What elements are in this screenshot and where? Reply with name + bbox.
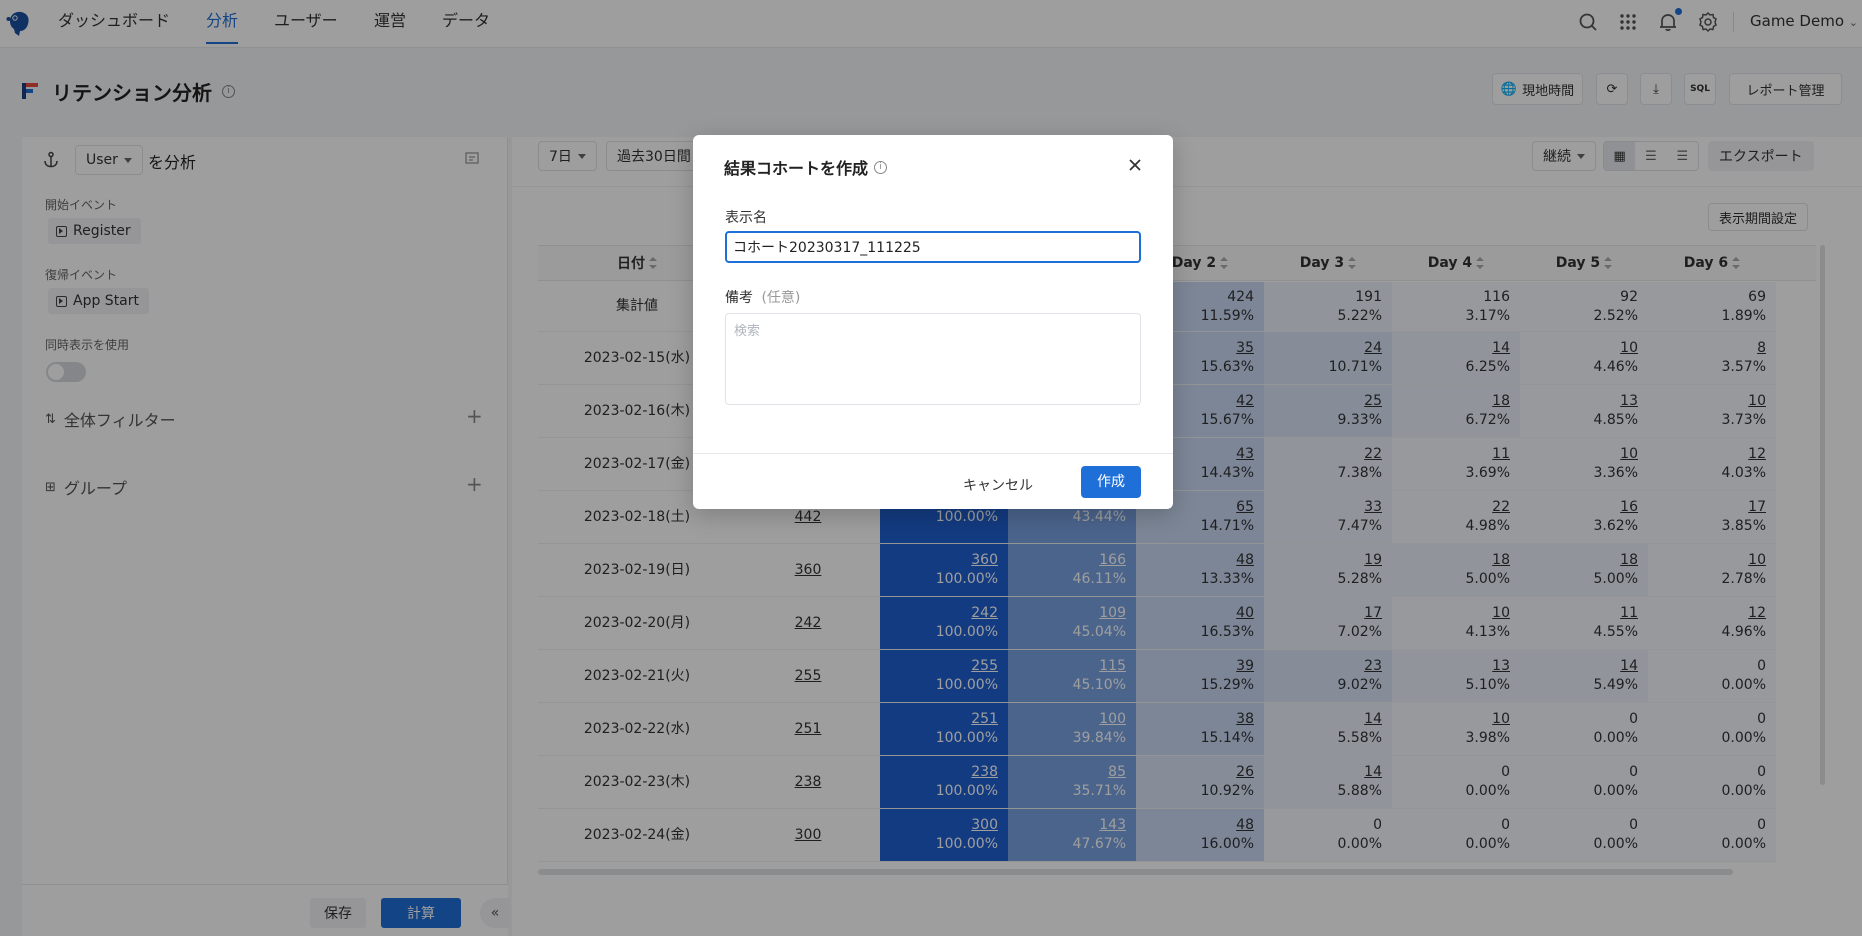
info-icon[interactable]: i	[874, 160, 888, 174]
note-label: 備考 (任意)	[725, 290, 801, 306]
create-cohort-dialog: 結果コホートを作成 i 表示名 備考 (任意) キャンセル 作成	[693, 135, 1173, 509]
name-label: 表示名	[725, 210, 767, 226]
dialog-footer-divider	[693, 453, 1173, 454]
create-button[interactable]: 作成	[1081, 466, 1141, 498]
cancel-button[interactable]: キャンセル	[963, 470, 1033, 502]
note-textarea[interactable]	[725, 313, 1141, 405]
cohort-name-input[interactable]	[725, 231, 1141, 263]
dialog-title: 結果コホートを作成 i	[724, 155, 888, 179]
close-icon[interactable]	[1123, 153, 1147, 177]
